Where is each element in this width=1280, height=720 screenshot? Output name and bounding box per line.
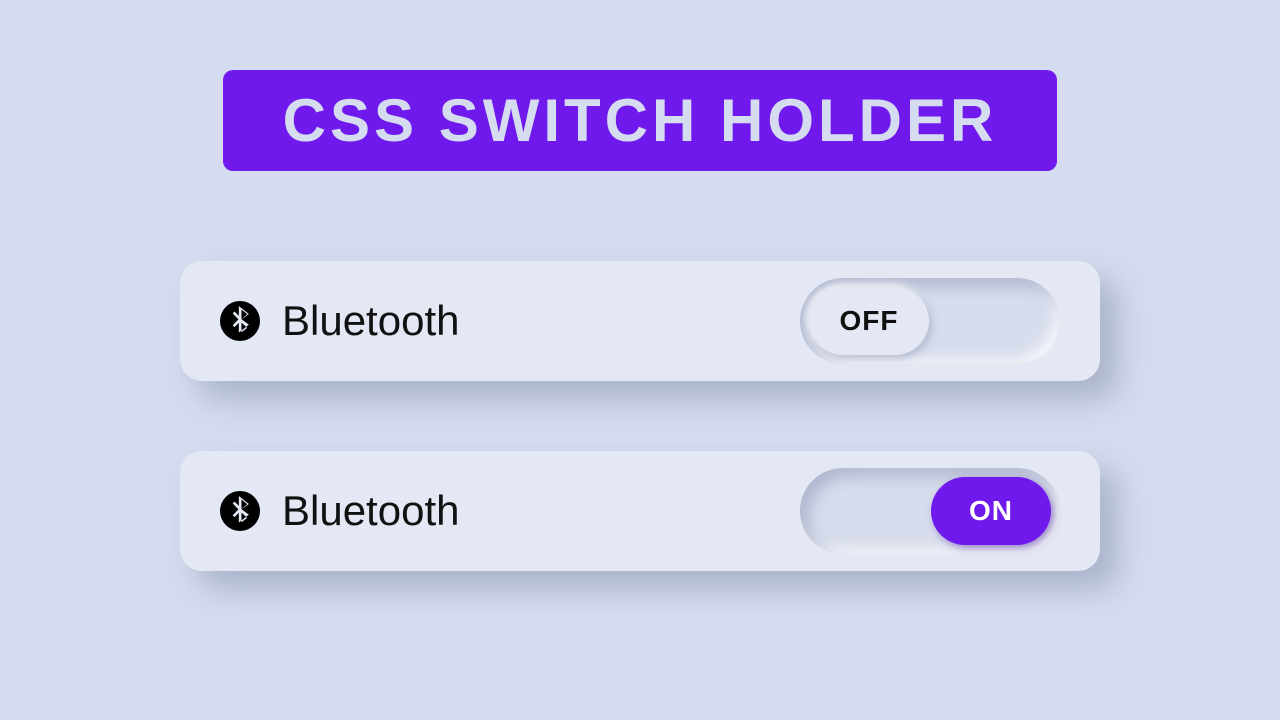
switch-label-group: Bluetooth (220, 487, 800, 535)
toggle-switch-on[interactable]: ON (800, 468, 1060, 554)
page-title: CSS SWITCH HOLDER (223, 70, 1058, 171)
switch-label: Bluetooth (282, 487, 459, 535)
switch-list: Bluetooth OFF Bluetooth ON (180, 261, 1100, 571)
toggle-knob-on: ON (931, 477, 1051, 545)
bluetooth-icon (220, 301, 260, 341)
switch-card-bluetooth-on: Bluetooth ON (180, 451, 1100, 571)
switch-label-group: Bluetooth (220, 297, 800, 345)
bluetooth-icon (220, 491, 260, 531)
toggle-knob-off: OFF (809, 287, 929, 355)
switch-label: Bluetooth (282, 297, 459, 345)
switch-card-bluetooth-off: Bluetooth OFF (180, 261, 1100, 381)
toggle-switch-off[interactable]: OFF (800, 278, 1060, 364)
